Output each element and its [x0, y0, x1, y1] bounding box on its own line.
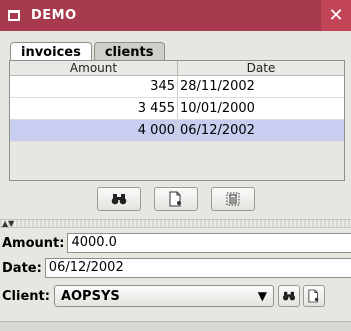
status-strip	[0, 321, 351, 331]
cell-amount: 4 000	[10, 120, 178, 141]
cell-date: 10/01/2000	[180, 101, 255, 116]
new-document-icon	[169, 191, 181, 207]
invoices-table[interactable]: Amount Date 345 28/11/2002 3 455 10/01/2…	[9, 60, 345, 181]
tab-invoices-label: invoices	[21, 44, 81, 60]
invoices-panel: invoices clients Amount Date 345 28/11/2…	[0, 31, 351, 219]
split-divider[interactable]: ▲▼	[0, 219, 351, 228]
invoice-form: Amount: 4000.0 Date: 06/12/2002 Client: …	[0, 228, 351, 331]
cell-amount: 3 455	[10, 98, 178, 119]
client-select[interactable]: AOPSYS ▼	[53, 285, 274, 307]
title-bar: DEMO ✕	[0, 0, 351, 31]
delete-button[interactable]	[210, 187, 255, 211]
tab-bar: invoices clients	[10, 42, 165, 61]
table-row[interactable]: 345 28/11/2002	[10, 76, 344, 98]
trash-icon	[226, 192, 239, 206]
binoculars-icon	[111, 194, 126, 205]
close-icon: ✕	[328, 5, 344, 26]
date-row: Date: 06/12/2002	[0, 257, 351, 279]
cell-amount: 345	[10, 76, 178, 97]
chevron-down-icon: ▼	[257, 289, 267, 303]
divider-arrows-icon[interactable]: ▲▼	[2, 219, 14, 228]
close-button[interactable]: ✕	[321, 0, 351, 31]
client-row: Client: AOPSYS ▼	[0, 285, 325, 307]
binoculars-icon	[282, 291, 296, 301]
cell-date: 06/12/2002	[180, 123, 255, 138]
table-header: Amount Date	[10, 61, 344, 76]
window-icon[interactable]	[8, 10, 20, 21]
new-document-icon	[308, 289, 319, 303]
client-new-button[interactable]	[302, 285, 325, 307]
client-label: Client:	[2, 288, 50, 304]
table-toolbar	[0, 181, 351, 215]
client-search-button[interactable]	[277, 285, 300, 307]
date-label: Date:	[2, 260, 42, 276]
table-row[interactable]: 3 455 10/01/2000	[10, 98, 344, 120]
tab-clients[interactable]: clients	[93, 42, 165, 61]
client-select-value: AOPSYS	[60, 288, 120, 304]
tab-invoices[interactable]: invoices	[10, 42, 92, 61]
amount-label: Amount:	[2, 235, 65, 251]
new-button[interactable]	[153, 187, 198, 211]
window-title: DEMO	[31, 8, 77, 23]
amount-row: Amount: 4000.0	[0, 232, 351, 254]
table-row-selected[interactable]: 4 000 06/12/2002	[10, 120, 344, 142]
amount-field[interactable]: 4000.0	[67, 233, 351, 253]
tab-clients-label: clients	[104, 44, 154, 60]
date-field[interactable]: 06/12/2002	[44, 258, 351, 278]
cell-date: 28/11/2002	[180, 79, 255, 94]
column-header-date[interactable]: Date	[178, 61, 344, 75]
search-button[interactable]	[96, 187, 141, 211]
column-header-amount[interactable]: Amount	[10, 61, 178, 75]
